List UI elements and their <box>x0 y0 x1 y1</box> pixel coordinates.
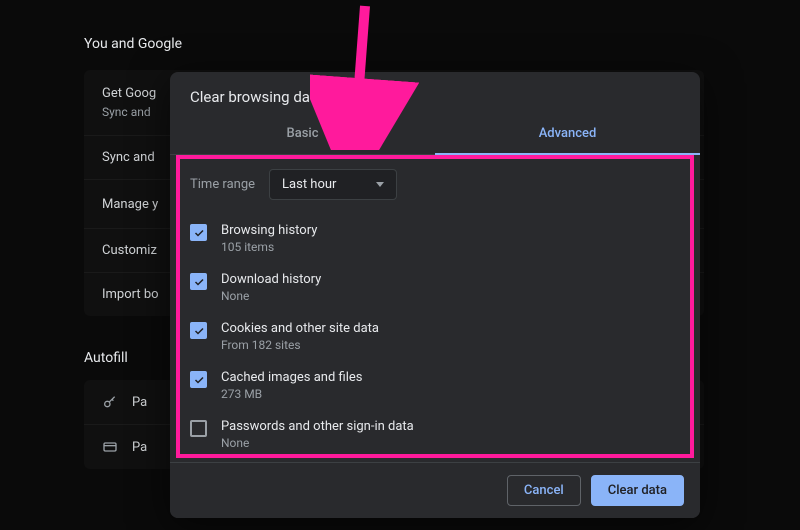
card-icon <box>102 439 118 455</box>
clear-browsing-data-dialog: Clear browsing data Basic Advanced Time … <box>170 72 700 518</box>
time-range-value: Last hour <box>282 177 336 192</box>
dropdown-triangle-icon <box>376 182 384 187</box>
checkbox-browsing-history[interactable] <box>190 224 207 241</box>
customize-label: Customiz <box>102 243 157 258</box>
payments-label: Pa <box>132 395 147 410</box>
option-sub: None <box>221 436 414 450</box>
option-cache[interactable]: Cached images and files 273 MB <box>190 361 680 410</box>
checkbox-passwords[interactable] <box>190 420 207 437</box>
option-autofill[interactable]: Autofill form data <box>190 459 680 462</box>
option-download-history[interactable]: Download history None <box>190 263 680 312</box>
option-label: Browsing history <box>221 223 317 238</box>
option-sub: None <box>221 289 321 303</box>
checkbox-cookies[interactable] <box>190 322 207 339</box>
time-range-select[interactable]: Last hour <box>269 169 397 200</box>
option-sub: 105 items <box>221 240 317 254</box>
options-list: Time range Last hour Browsing history 10… <box>170 155 700 462</box>
cancel-button[interactable]: Cancel <box>507 475 581 506</box>
dialog-footer: Cancel Clear data <box>170 462 700 518</box>
get-google-title: Get Goog <box>102 86 156 101</box>
option-label: Passwords and other sign-in data <box>221 419 414 434</box>
option-sub: 273 MB <box>221 387 362 401</box>
option-cookies[interactable]: Cookies and other site data From 182 sit… <box>190 312 680 361</box>
payment-methods-label: Pa <box>132 440 147 455</box>
checkbox-cache[interactable] <box>190 371 207 388</box>
tab-basic[interactable]: Basic <box>170 116 435 154</box>
option-browsing-history[interactable]: Browsing history 105 items <box>190 214 680 263</box>
get-google-sub: Sync and <box>102 105 151 119</box>
sync-label: Sync and <box>102 150 155 165</box>
clear-data-button[interactable]: Clear data <box>591 475 684 506</box>
dialog-title: Clear browsing data <box>170 72 700 116</box>
option-label: Cached images and files <box>221 370 362 385</box>
option-label: Cookies and other site data <box>221 321 379 336</box>
option-passwords[interactable]: Passwords and other sign-in data None <box>190 410 680 459</box>
manage-label: Manage y <box>102 197 158 212</box>
key-icon <box>102 394 118 410</box>
import-label: Import bo <box>102 287 159 302</box>
time-range-row: Time range Last hour <box>190 169 680 200</box>
time-range-label: Time range <box>190 177 255 192</box>
tab-advanced[interactable]: Advanced <box>435 116 700 155</box>
option-label: Download history <box>221 272 321 287</box>
section-heading-you-and-google: You and Google <box>84 36 800 52</box>
dialog-tabs: Basic Advanced <box>170 116 700 155</box>
checkbox-download-history[interactable] <box>190 273 207 290</box>
dialog-body: Time range Last hour Browsing history 10… <box>170 155 700 462</box>
option-sub: From 182 sites <box>221 338 379 352</box>
